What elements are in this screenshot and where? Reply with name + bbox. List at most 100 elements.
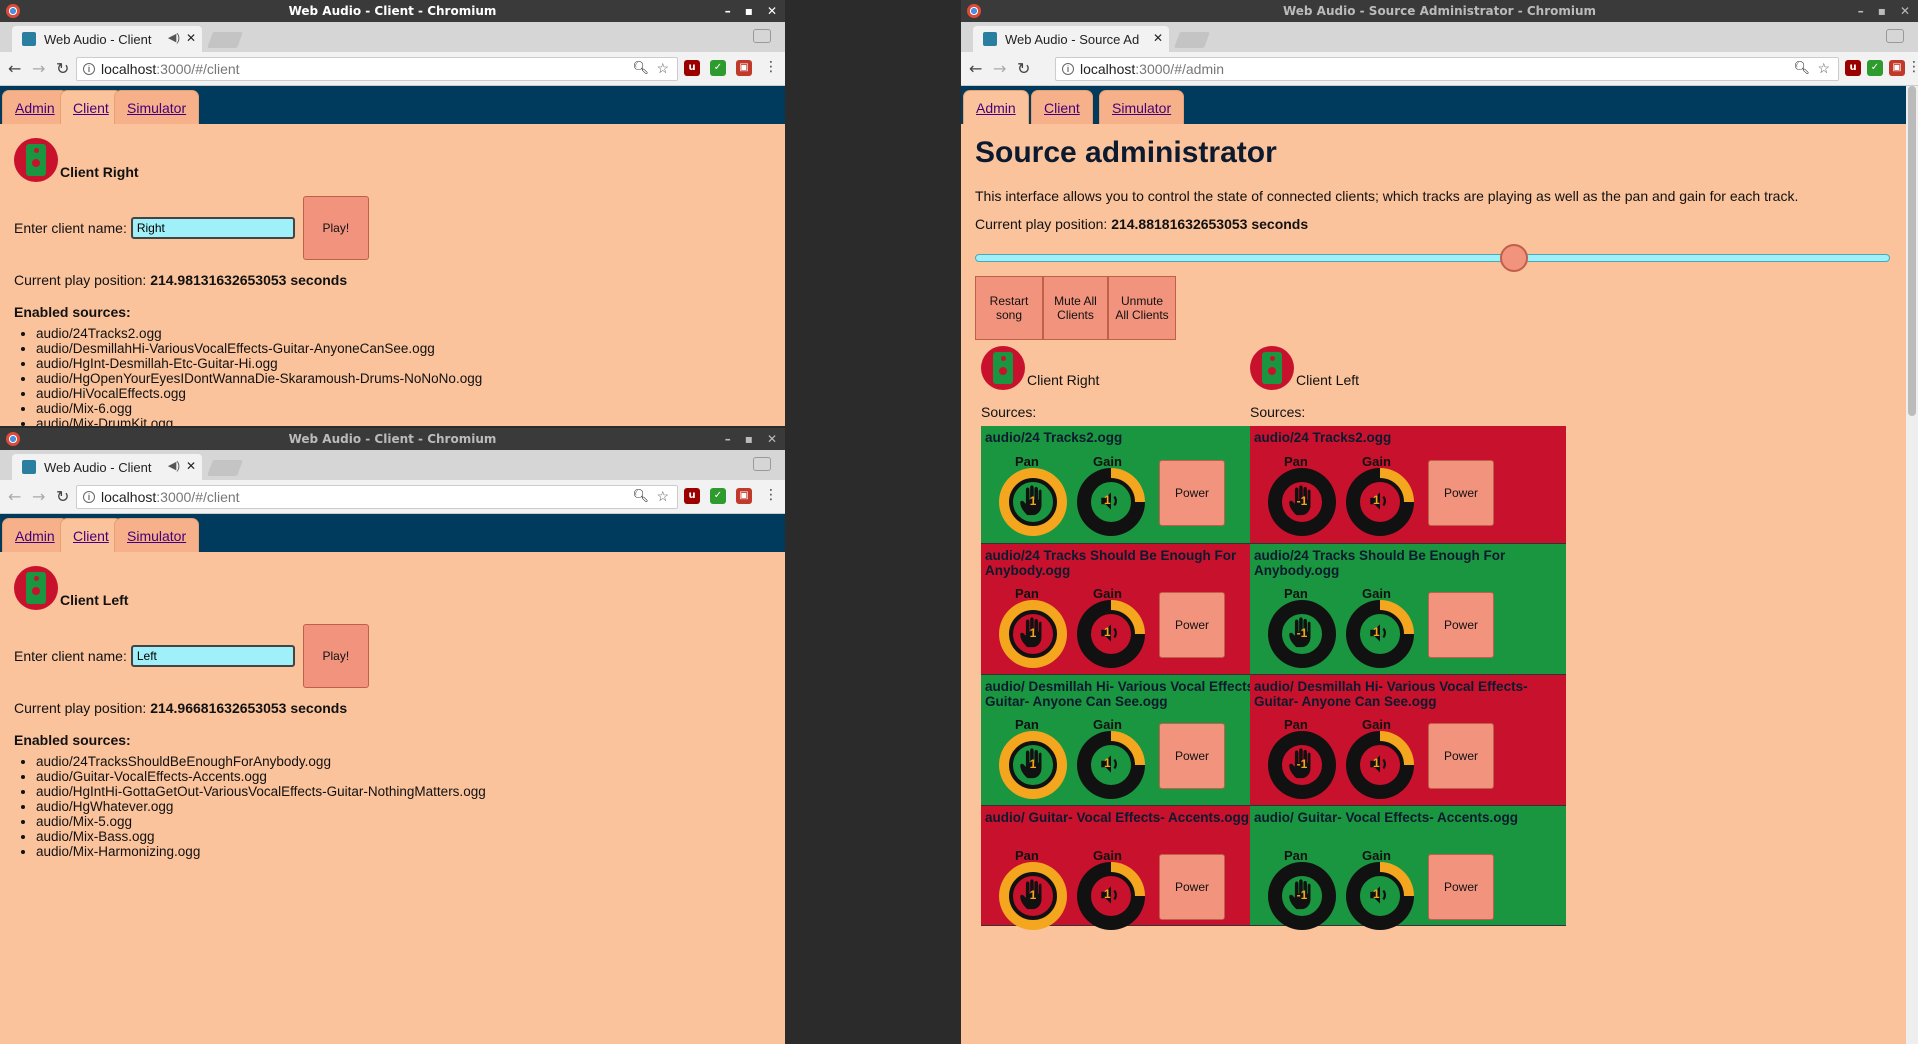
pan-knob[interactable]: -1 <box>1268 468 1336 536</box>
address-bar[interactable]: i localhost:3000/#/client 🔍︎ ☆ <box>76 57 678 81</box>
tab-close-icon[interactable]: ✕ <box>1153 31 1163 45</box>
browser-tab[interactable]: Web Audio - Client ◀) ✕ <box>12 454 202 480</box>
reload-icon[interactable]: ↻ <box>56 487 69 506</box>
nav-tab-admin[interactable]: Admin <box>2 518 68 552</box>
address-bar[interactable]: i localhost:3000/#/client 🔍︎ ☆ <box>76 485 678 509</box>
forward-icon[interactable]: → <box>32 59 45 78</box>
reload-icon[interactable]: ↻ <box>56 59 69 78</box>
power-button[interactable]: Power <box>1159 723 1225 789</box>
close-icon[interactable]: ✕ <box>767 0 777 22</box>
profile-icon[interactable] <box>753 457 771 471</box>
pan-knob[interactable]: -1 <box>1268 731 1336 799</box>
back-icon[interactable]: ← <box>969 59 982 78</box>
gain-knob[interactable]: 1 <box>1077 862 1145 930</box>
close-icon[interactable]: ✕ <box>1900 0 1910 22</box>
scrollbar-thumb[interactable] <box>1908 86 1916 416</box>
browser-tab[interactable]: Web Audio - Client ◀) ✕ <box>12 26 202 52</box>
new-tab-button[interactable] <box>207 32 243 48</box>
tab-close-icon[interactable]: ✕ <box>186 31 196 45</box>
ublock-icon[interactable]: u <box>684 60 700 76</box>
gain-knob[interactable]: 1 <box>1077 600 1145 668</box>
nav-tab-simulator[interactable]: Simulator <box>114 518 200 552</box>
profile-icon[interactable] <box>1886 29 1904 43</box>
scrollbar[interactable] <box>1906 86 1918 1044</box>
play-position-slider[interactable] <box>975 244 1904 274</box>
extension-icon[interactable]: ▣ <box>736 60 752 76</box>
ublock-icon[interactable]: u <box>684 488 700 504</box>
slider-track[interactable] <box>975 254 1890 262</box>
extension-icon[interactable]: ▣ <box>736 488 752 504</box>
audio-playing-icon[interactable]: ◀) <box>168 459 180 472</box>
maximize-icon[interactable]: ▪ <box>1878 0 1886 22</box>
back-icon[interactable]: ← <box>8 487 21 506</box>
info-icon[interactable]: i <box>83 491 95 503</box>
menu-icon[interactable]: ⋮ <box>764 487 778 503</box>
power-button[interactable]: Power <box>1428 460 1494 526</box>
nav-tab-simulator[interactable]: Simulator <box>1099 90 1185 124</box>
browser-tab[interactable]: Web Audio - Source Ad ✕ <box>973 26 1169 52</box>
forward-icon[interactable]: → <box>32 487 45 506</box>
bookmark-star-icon[interactable]: ☆ <box>1817 60 1830 77</box>
gain-knob[interactable]: 1 <box>1346 600 1414 668</box>
pan-knob[interactable]: -1 <box>1268 600 1336 668</box>
pan-knob[interactable]: 1 <box>999 862 1067 930</box>
minimize-icon[interactable]: – <box>725 0 731 22</box>
bookmark-star-icon[interactable]: ☆ <box>656 488 669 505</box>
nav-tab-client[interactable]: Client <box>60 90 122 124</box>
nav-tab-simulator[interactable]: Simulator <box>114 90 200 124</box>
play-button[interactable]: Play! <box>302 624 369 688</box>
checkmark-extension-icon[interactable]: ✓ <box>1867 60 1883 76</box>
close-icon[interactable]: ✕ <box>767 428 777 450</box>
nav-tab-client[interactable]: Client <box>1031 90 1093 124</box>
nav-tab-admin[interactable]: Admin <box>963 90 1029 124</box>
pan-knob[interactable]: 1 <box>999 600 1067 668</box>
forward-icon[interactable]: → <box>993 59 1006 78</box>
reload-icon[interactable]: ↻ <box>1017 59 1030 78</box>
minimize-icon[interactable]: – <box>725 428 731 450</box>
address-bar[interactable]: i localhost:3000/#/admin 🔍︎ ☆ <box>1055 57 1839 81</box>
restart-song-button[interactable]: Restart song <box>975 276 1043 340</box>
power-button[interactable]: Power <box>1159 460 1225 526</box>
menu-icon[interactable]: ⋮ <box>764 59 778 75</box>
gain-knob[interactable]: 1 <box>1346 468 1414 536</box>
unmute-all-button[interactable]: Unmute All Clients <box>1108 276 1176 340</box>
bookmark-star-icon[interactable]: ☆ <box>656 60 669 77</box>
extension-icon[interactable]: ▣ <box>1889 60 1905 76</box>
audio-playing-icon[interactable]: ◀) <box>168 31 180 44</box>
gain-knob[interactable]: 1 <box>1346 862 1414 930</box>
maximize-icon[interactable]: ▪ <box>745 428 753 450</box>
new-tab-button[interactable] <box>1174 32 1210 48</box>
zoom-icon[interactable]: 🔍︎ <box>632 60 649 76</box>
power-button[interactable]: Power <box>1428 723 1494 789</box>
minimize-icon[interactable]: – <box>1858 0 1864 22</box>
profile-icon[interactable] <box>753 29 771 43</box>
maximize-icon[interactable]: ▪ <box>745 0 753 22</box>
power-button[interactable]: Power <box>1428 592 1494 658</box>
pan-knob[interactable]: 1 <box>999 731 1067 799</box>
client-name-input[interactable] <box>130 217 295 239</box>
menu-icon[interactable]: ⋮ <box>1907 59 1918 75</box>
info-icon[interactable]: i <box>1062 63 1074 75</box>
gain-knob[interactable]: 1 <box>1077 731 1145 799</box>
client-name-input[interactable] <box>130 645 295 667</box>
gain-knob[interactable]: 1 <box>1077 468 1145 536</box>
power-button[interactable]: Power <box>1159 854 1225 920</box>
pan-knob[interactable]: -1 <box>1268 862 1336 930</box>
power-button[interactable]: Power <box>1428 854 1494 920</box>
nav-tab-admin[interactable]: Admin <box>2 90 68 124</box>
zoom-icon[interactable]: 🔍︎ <box>632 488 649 504</box>
power-button[interactable]: Power <box>1159 592 1225 658</box>
checkmark-extension-icon[interactable]: ✓ <box>710 60 726 76</box>
checkmark-extension-icon[interactable]: ✓ <box>710 488 726 504</box>
ublock-icon[interactable]: u <box>1845 60 1861 76</box>
mute-all-button[interactable]: Mute All Clients <box>1043 276 1108 340</box>
play-button[interactable]: Play! <box>302 196 369 260</box>
back-icon[interactable]: ← <box>8 59 21 78</box>
new-tab-button[interactable] <box>207 460 243 476</box>
gain-knob[interactable]: 1 <box>1346 731 1414 799</box>
zoom-icon[interactable]: 🔍︎ <box>1793 60 1810 76</box>
tab-close-icon[interactable]: ✕ <box>186 459 196 473</box>
info-icon[interactable]: i <box>83 63 95 75</box>
nav-tab-client[interactable]: Client <box>60 518 122 552</box>
slider-thumb[interactable] <box>1499 244 1528 272</box>
